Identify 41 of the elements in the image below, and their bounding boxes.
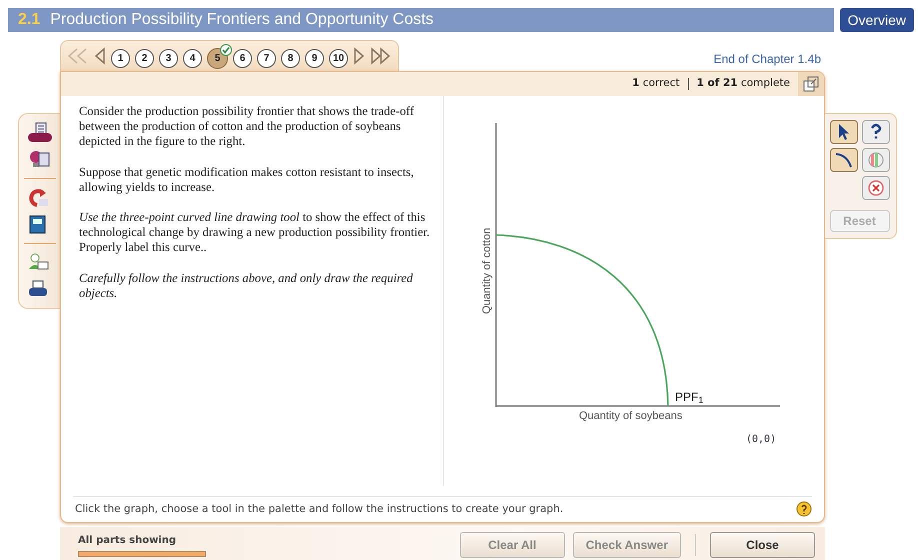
expand-icon[interactable] <box>803 76 819 92</box>
check-icon <box>220 44 232 56</box>
action-button[interactable]: Close <box>710 532 815 558</box>
question-number[interactable]: 8 <box>281 48 300 68</box>
question-number[interactable]: 1 <box>111 48 130 68</box>
delete-icon <box>866 178 886 198</box>
previous-icon[interactable] <box>94 47 106 65</box>
pointer-tool-button[interactable] <box>830 120 858 144</box>
question-number[interactable]: 7 <box>257 48 276 68</box>
question-number[interactable]: 10 <box>329 48 348 68</box>
instruction-paragraph: Use the three-point curved line drawing tool to show the effect of this technological change by drawing a new production possibility frontier. Properly label this curve.. <box>79 210 431 255</box>
origin-label: (0,0) <box>746 433 776 447</box>
complete-count: 1 of 21 complete <box>696 76 790 92</box>
question-list-icon[interactable] <box>26 122 52 143</box>
question-number[interactable]: 6 <box>233 48 252 68</box>
help-icon[interactable] <box>796 501 812 518</box>
overview-button[interactable]: Overview <box>840 8 914 32</box>
question-number[interactable]: 2 <box>135 48 154 68</box>
color-icon <box>866 150 886 170</box>
curve-tool-button[interactable] <box>830 148 858 172</box>
page-title: Production Possibility Frontiers and Opportunity Costs <box>50 10 434 30</box>
curve-icon <box>834 150 854 170</box>
curve-label: PPF$_{1}$ <box>675 389 704 406</box>
hint-text: Click the graph, choose a tool in the palette and follow the instructions to create your graph. <box>75 502 564 517</box>
help-tool-button[interactable] <box>862 120 890 144</box>
last-icon[interactable] <box>370 47 392 65</box>
axis-label: Quantity of soybeans <box>579 409 682 424</box>
next-icon[interactable] <box>353 47 365 65</box>
color-tool-button[interactable] <box>862 148 890 172</box>
question-number[interactable]: 4 <box>183 48 202 68</box>
question-number[interactable]: 9 <box>305 48 324 68</box>
correct-count: 1 correct <box>632 76 680 92</box>
instruction-paragraph: Consider the production possibility frontier that shows the trade-off between the production of cotton and the production of soybeans depicted in the figure to the right. <box>79 104 415 149</box>
chapter-link[interactable]: End of Chapter 1.4b <box>714 50 821 71</box>
delete-tool-button[interactable] <box>862 176 890 200</box>
axis-label: Quantity of cotton <box>482 228 493 314</box>
instruction-paragraph: Suppose that genetic modification makes cotton resistant to insects, allowing yields to increase. <box>79 164 415 194</box>
instruction-paragraph: Carefully follow the instructions above, and only draw the required objects. <box>79 271 414 301</box>
section-number: 2.1 <box>18 10 40 30</box>
question-number[interactable]: 3 <box>159 48 178 68</box>
parts-label: All parts showing <box>78 534 178 548</box>
